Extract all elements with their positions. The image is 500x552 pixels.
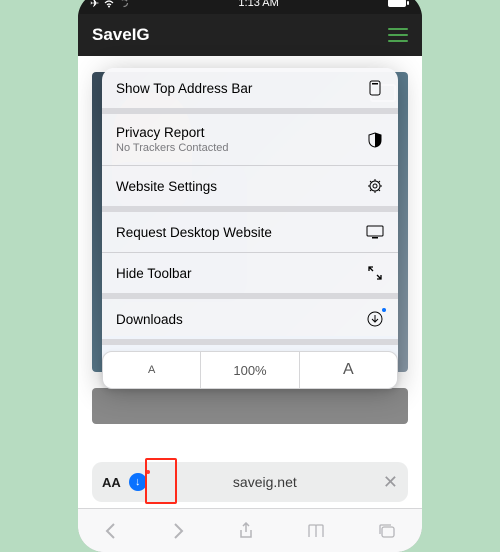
url-domain: saveig.net — [155, 474, 375, 490]
aa-button[interactable]: AA — [102, 475, 121, 490]
gear-icon — [366, 177, 384, 195]
grey-panel — [92, 388, 408, 424]
status-right — [388, 0, 410, 8]
tabs-icon[interactable] — [378, 523, 396, 539]
menu-show-top-address[interactable]: Show Top Address Bar — [102, 68, 398, 114]
bookmarks-icon[interactable] — [307, 523, 325, 539]
hamburger-icon[interactable] — [388, 28, 408, 42]
status-bar: ✈︎ 1:13 AM — [78, 0, 422, 14]
site-header: SaveIG — [78, 14, 422, 56]
zoom-in-button[interactable]: A — [300, 352, 397, 388]
download-circle-icon — [366, 310, 384, 328]
forward-icon[interactable] — [171, 522, 185, 540]
phone-top-icon — [366, 79, 384, 97]
back-icon[interactable] — [104, 522, 118, 540]
highlight-annotation — [145, 458, 177, 504]
loading-icon — [119, 0, 129, 8]
menu-request-desktop[interactable]: Request Desktop Website — [102, 212, 398, 253]
url-bar[interactable]: AA ↓ saveig.net ✕ — [92, 462, 408, 502]
shield-icon — [366, 131, 384, 149]
zoom-percent[interactable]: 100% — [201, 352, 299, 388]
aa-menu: Show Top Address Bar Privacy Report No T… — [102, 68, 398, 385]
status-left: ✈︎ — [90, 0, 129, 10]
browser-toolbar — [78, 508, 422, 552]
close-icon[interactable]: ✕ — [383, 472, 398, 493]
desktop-icon — [366, 223, 384, 241]
battery-icon — [388, 0, 410, 8]
menu-downloads[interactable]: Downloads — [102, 299, 398, 345]
phone-frame: ✈︎ 1:13 AM SaveIG Show Top Address Bar P… — [78, 0, 422, 552]
status-time: 1:13 AM — [238, 0, 278, 9]
zoom-bar: A 100% A — [102, 351, 398, 389]
wifi-icon — [103, 0, 115, 8]
brand-logo: SaveIG — [92, 25, 150, 45]
menu-website-settings[interactable]: Website Settings — [102, 166, 398, 212]
menu-privacy-report[interactable]: Privacy Report No Trackers Contacted — [102, 114, 398, 166]
share-icon[interactable] — [238, 522, 254, 540]
zoom-out-button[interactable]: A — [103, 352, 201, 388]
expand-icon — [366, 264, 384, 282]
menu-hide-toolbar[interactable]: Hide Toolbar — [102, 253, 398, 299]
airplane-icon: ✈︎ — [90, 0, 99, 10]
